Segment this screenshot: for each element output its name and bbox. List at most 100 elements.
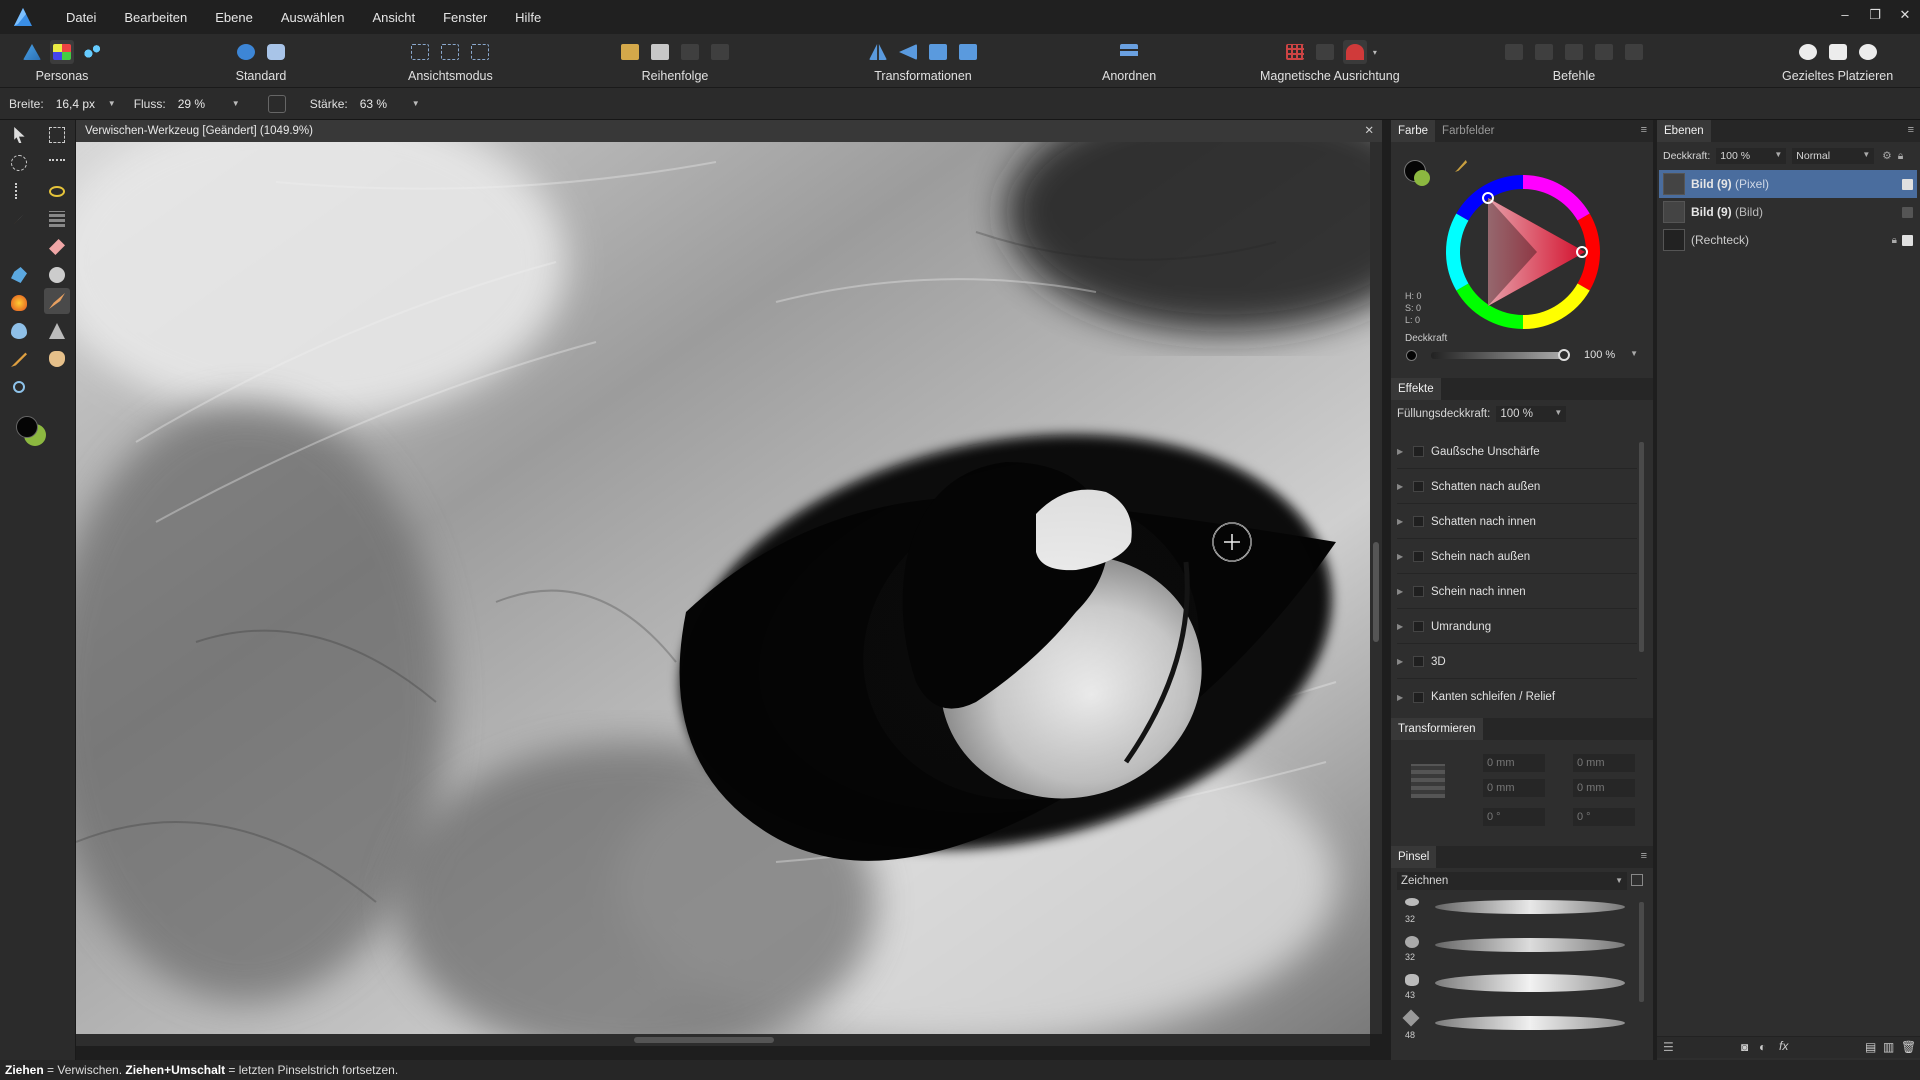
flow-field[interactable]: 29 % ▼ <box>173 96 244 111</box>
color-opacity-field[interactable]: 100 % ▼ <box>1584 349 1638 361</box>
menu-bearbeiten[interactable]: Bearbeiten <box>110 10 201 25</box>
move-forward-icon[interactable] <box>678 40 702 64</box>
horizontal-scroll-thumb[interactable] <box>634 1037 774 1043</box>
layer-row[interactable]: Bild (9) (Bild) <box>1659 198 1917 226</box>
transform-x-field[interactable]: 0 mm <box>1483 754 1545 772</box>
close-window-button[interactable]: ✕ <box>1890 0 1920 34</box>
color-panel-menu-icon[interactable]: ≡ <box>1641 124 1647 136</box>
placement-1-icon[interactable] <box>1796 40 1820 64</box>
pressure-icon[interactable] <box>267 94 286 113</box>
effect-checkbox[interactable] <box>1413 446 1424 457</box>
color-picker-icon[interactable] <box>6 346 32 372</box>
effect-row-outer-shadow[interactable]: ▶ Schatten nach außen <box>1397 470 1637 504</box>
export-persona-icon[interactable] <box>80 40 104 64</box>
menu-ebene[interactable]: Ebene <box>201 10 267 25</box>
menu-fenster[interactable]: Fenster <box>429 10 501 25</box>
lasso-icon[interactable] <box>44 178 70 204</box>
tab-transform[interactable]: Transformieren <box>1391 718 1483 740</box>
duplicate-layer-icon[interactable]: ▥ <box>1883 1040 1894 1054</box>
expand-icon[interactable]: ▶ <box>1397 622 1407 631</box>
fill-opacity-field[interactable]: 100 % ▼ <box>1496 406 1567 422</box>
zoom-icon[interactable] <box>6 374 32 400</box>
sharpen-icon[interactable] <box>44 318 70 344</box>
hand-icon[interactable] <box>44 346 70 372</box>
menu-auswaehlen[interactable]: Auswählen <box>267 10 359 25</box>
command-4-icon[interactable] <box>1592 40 1616 64</box>
rotate-right-icon[interactable] <box>956 40 980 64</box>
vertical-scrollbar[interactable] <box>1370 142 1382 1034</box>
brush-item[interactable]: 32 <box>1397 934 1627 972</box>
add-layer-icon[interactable]: ▤ <box>1865 1040 1876 1054</box>
layer-visibility-checkbox[interactable] <box>1902 178 1913 190</box>
effect-checkbox[interactable] <box>1413 516 1424 527</box>
brush-item[interactable]: 32 <box>1397 896 1627 934</box>
effect-row-inner-glow[interactable]: ▶ Schein nach innen <box>1397 575 1637 609</box>
flow-dropdown-icon[interactable]: ▼ <box>232 99 240 108</box>
dodge-burn-icon[interactable] <box>6 290 32 316</box>
effect-row-outer-glow[interactable]: ▶ Schein nach außen <box>1397 540 1637 574</box>
grid-snap-icon[interactable] <box>1283 40 1307 64</box>
effect-row-bevel-emboss[interactable]: ▶ Kanten schleifen / Relief <box>1397 680 1637 714</box>
tab-brush[interactable]: Pinsel <box>1391 846 1437 868</box>
brush-category-select[interactable]: Zeichnen ▼ <box>1397 872 1627 890</box>
layer-opacity-field[interactable]: 100 % ▼ <box>1716 148 1787 164</box>
view-mode-1-icon[interactable] <box>408 40 432 64</box>
command-2-icon[interactable] <box>1532 40 1556 64</box>
color-opacity-slider[interactable] <box>1431 352 1563 359</box>
rotate-left-icon[interactable] <box>926 40 950 64</box>
effect-checkbox[interactable] <box>1413 586 1424 597</box>
transform-width-field[interactable]: 0 mm <box>1573 754 1635 772</box>
layer-visibility-checkbox[interactable] <box>1902 234 1913 246</box>
layer-lock-icon[interactable]: 🔒︎ <box>1892 235 1897 246</box>
layer-opacity-dropdown-icon[interactable]: ▼ <box>1774 150 1782 162</box>
blend-mode-dropdown-icon[interactable]: ▼ <box>1862 150 1870 162</box>
fill-bucket-icon[interactable] <box>6 262 32 288</box>
strength-dropdown-icon[interactable]: ▼ <box>412 99 420 108</box>
menu-datei[interactable]: Datei <box>52 10 110 25</box>
effect-checkbox[interactable] <box>1413 656 1424 667</box>
brush-scrollbar[interactable] <box>1639 902 1644 1002</box>
snap-options-icon[interactable] <box>1313 40 1337 64</box>
brush-panel-menu-icon[interactable]: ≡ <box>1641 850 1647 862</box>
flood-select-icon[interactable] <box>44 206 70 232</box>
effect-checkbox[interactable] <box>1413 621 1424 632</box>
brush-item[interactable]: 43 <box>1397 972 1627 1010</box>
effect-checkbox[interactable] <box>1413 481 1424 492</box>
clone-icon[interactable] <box>44 262 70 288</box>
minimize-button[interactable]: – <box>1830 0 1860 34</box>
adjustment-icon[interactable]: ◐ <box>1759 1040 1766 1054</box>
effect-checkbox[interactable] <box>1413 691 1424 703</box>
color-opacity-slider-handle[interactable] <box>1558 349 1570 361</box>
placement-2-icon[interactable] <box>1826 40 1850 64</box>
tab-swatches[interactable]: Farbfelder <box>1435 125 1501 137</box>
menu-hilfe[interactable]: Hilfe <box>501 10 555 25</box>
expand-icon[interactable]: ▶ <box>1397 657 1407 666</box>
effect-row-outline[interactable]: ▶ Umrandung <box>1397 610 1637 644</box>
column-selection-icon[interactable] <box>6 178 32 204</box>
color-swatch-widget[interactable] <box>14 414 52 448</box>
lock-icon[interactable]: 🔒︎ <box>1898 150 1904 163</box>
width-field[interactable]: 16,4 px ▼ <box>51 96 120 111</box>
row-selection-icon[interactable] <box>44 150 70 176</box>
magnet-icon[interactable] <box>1342 40 1367 64</box>
expand-icon[interactable]: ▶ <box>1397 517 1407 526</box>
view-mode-3-icon[interactable] <box>468 40 492 64</box>
layer-visibility-checkbox[interactable] <box>1902 206 1913 218</box>
effects-scrollbar[interactable] <box>1639 442 1644 652</box>
transform-y-field[interactable]: 0 mm <box>1483 779 1545 797</box>
designer-persona-icon[interactable] <box>20 40 44 64</box>
assistant-icon[interactable] <box>264 40 288 64</box>
selection-brush-icon[interactable] <box>6 206 32 232</box>
brush-panel-options-icon[interactable] <box>1631 874 1643 886</box>
effect-row-3d[interactable]: ▶ 3D <box>1397 645 1637 679</box>
pixel-persona-icon[interactable] <box>50 40 74 64</box>
tab-layers[interactable]: Ebenen <box>1657 120 1711 142</box>
layer-stack-icon[interactable]: ☰ <box>1663 1040 1674 1054</box>
ellipse-selection-icon[interactable] <box>6 150 32 176</box>
transform-shear-field[interactable]: 0 ° <box>1573 808 1635 826</box>
expand-icon[interactable]: ▶ <box>1397 447 1407 456</box>
blur-icon[interactable] <box>6 318 32 344</box>
expand-icon[interactable]: ▶ <box>1397 693 1407 702</box>
rectangle-selection-icon[interactable] <box>44 122 70 148</box>
close-document-button[interactable]: ✕ <box>1364 120 1374 142</box>
